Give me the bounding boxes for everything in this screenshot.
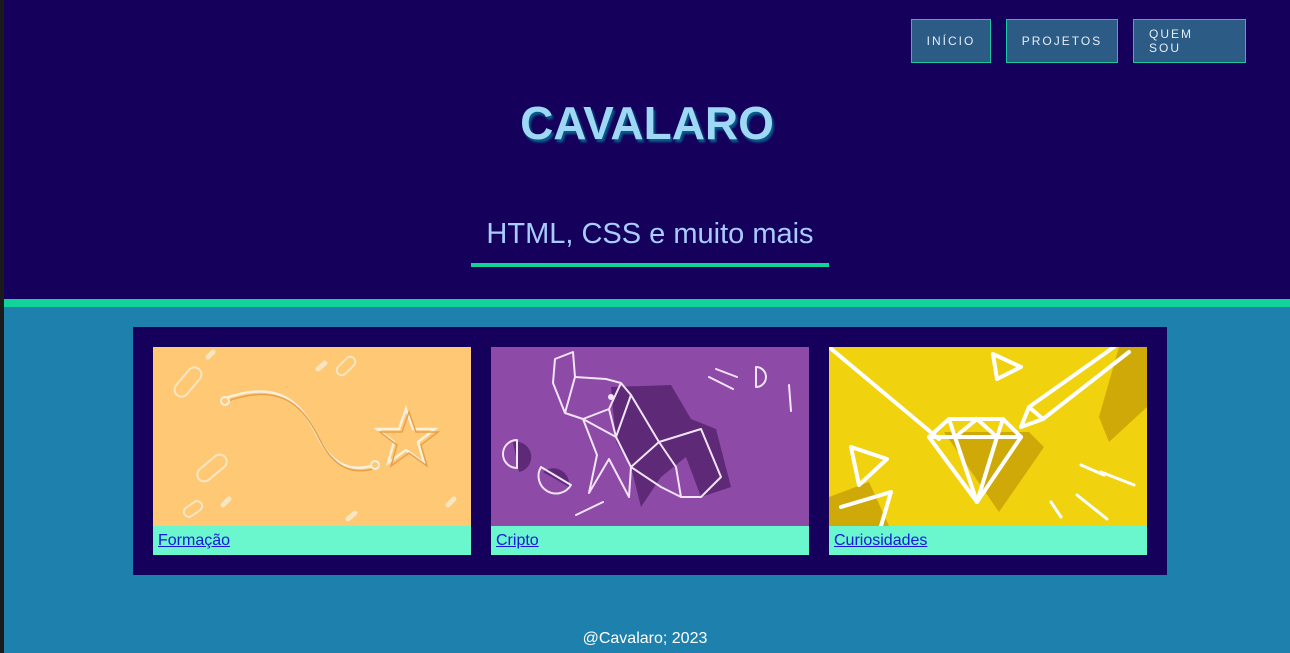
card-curiosidades-link[interactable]: Curiosidades <box>834 532 927 550</box>
nav-inicio-button[interactable]: INÍCIO <box>911 19 991 63</box>
card-cripto: Cripto <box>491 347 809 555</box>
card-caption: Cripto <box>491 526 809 555</box>
origami-elephant-illustration-icon[interactable] <box>491 347 809 526</box>
card-formacao: Formação <box>153 347 471 555</box>
card-formacao-link[interactable]: Formação <box>158 532 230 550</box>
site-header: INÍCIO PROJETOS QUEM SOU CAVALARO HTML, … <box>4 0 1290 299</box>
site-footer: @Cavalaro; 2023 <box>582 630 708 647</box>
cards-section: Formação Cripto Curiosidades <box>133 327 1167 575</box>
nav-projetos-button[interactable]: PROJETOS <box>1006 19 1118 63</box>
card-caption: Formação <box>153 526 471 555</box>
diamond-pencil-illustration-icon[interactable] <box>829 347 1147 526</box>
top-nav: INÍCIO PROJETOS QUEM SOU <box>911 19 1246 63</box>
site-subtitle: HTML, CSS e muito mais <box>471 218 829 267</box>
site-title: CAVALARO <box>520 97 774 149</box>
star-path-illustration-icon[interactable] <box>153 347 471 526</box>
nav-quem-sou-button[interactable]: QUEM SOU <box>1133 19 1246 63</box>
card-curiosidades: Curiosidades <box>829 347 1147 555</box>
header-divider <box>4 299 1290 307</box>
card-cripto-link[interactable]: Cripto <box>496 532 539 550</box>
card-caption: Curiosidades <box>829 526 1147 555</box>
